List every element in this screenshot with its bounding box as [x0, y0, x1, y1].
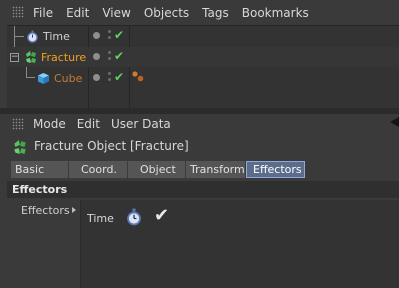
render-vis-icon[interactable] — [108, 57, 111, 60]
collapse-toggle-icon[interactable]: − — [10, 53, 19, 62]
object-row-cube[interactable]: Cube ✔ — [7, 68, 399, 88]
menu-file[interactable]: File — [33, 6, 53, 20]
fracture-icon — [14, 140, 26, 154]
effector-enabled-check-icon[interactable]: ✔ — [154, 205, 169, 226]
render-dot-icon[interactable] — [93, 53, 100, 60]
effector-name[interactable]: Time — [87, 212, 114, 225]
menu-edit[interactable]: Edit — [77, 117, 100, 131]
render-dot-icon[interactable] — [93, 74, 100, 81]
object-row-fracture[interactable]: − Fracture ✔ — [7, 47, 399, 67]
menu-user-data[interactable]: User Data — [111, 117, 171, 131]
panel-grip-icon[interactable] — [12, 6, 24, 18]
back-arrow-icon[interactable] — [390, 117, 399, 127]
expand-arrow-icon[interactable] — [72, 207, 76, 213]
menu-mode[interactable]: Mode — [33, 117, 66, 131]
object-row-time[interactable]: Time ✔ — [7, 26, 399, 46]
enabled-check-icon[interactable]: ✔ — [114, 29, 124, 41]
menu-tags[interactable]: Tags — [202, 6, 229, 20]
object-name[interactable]: Fracture — [41, 51, 86, 64]
menu-view[interactable]: View — [102, 6, 130, 20]
tab-basic[interactable]: Basic — [11, 161, 69, 178]
fracture-icon — [26, 51, 36, 63]
attribute-manager-menubar: Mode Edit User Data — [0, 114, 399, 134]
object-manager-menubar: File Edit View Objects Tags Bookmarks — [0, 0, 399, 25]
render-vis-icon[interactable] — [108, 78, 111, 81]
phong-tag-icon[interactable] — [131, 70, 145, 84]
editor-vis-icon[interactable] — [108, 72, 111, 75]
tab-object[interactable]: Object — [128, 161, 186, 178]
editor-vis-icon[interactable] — [108, 30, 111, 33]
menu-edit[interactable]: Edit — [66, 6, 89, 20]
panel-grip-icon[interactable] — [12, 118, 24, 130]
tab-effectors[interactable]: Effectors — [246, 161, 305, 178]
object-tree: Time ✔ − Fracture ✔ Cube ✔ — [7, 25, 399, 109]
section-header[interactable]: Effectors — [7, 181, 399, 198]
tab-coord[interactable]: Coord. — [69, 161, 128, 178]
enabled-check-icon[interactable]: ✔ — [114, 71, 124, 83]
render-vis-icon[interactable] — [108, 36, 111, 39]
attribute-tabs: Basic Coord. Object Transform Effectors — [11, 161, 305, 178]
menu-bookmarks[interactable]: Bookmarks — [242, 6, 309, 20]
stopwatch-icon — [27, 30, 38, 43]
object-name[interactable]: Time — [43, 30, 70, 43]
enabled-check-icon[interactable]: ✔ — [114, 50, 124, 62]
object-name[interactable]: Cube — [54, 72, 82, 85]
menu-objects[interactable]: Objects — [144, 6, 189, 20]
effectors-label: Effectors — [21, 204, 70, 217]
tab-transform[interactable]: Transform — [186, 161, 246, 178]
cube-icon — [38, 73, 49, 84]
render-dot-icon[interactable] — [93, 32, 100, 39]
editor-vis-icon[interactable] — [108, 51, 111, 54]
stopwatch-icon — [127, 208, 141, 226]
object-title: Fracture Object [Fracture] — [34, 139, 189, 153]
